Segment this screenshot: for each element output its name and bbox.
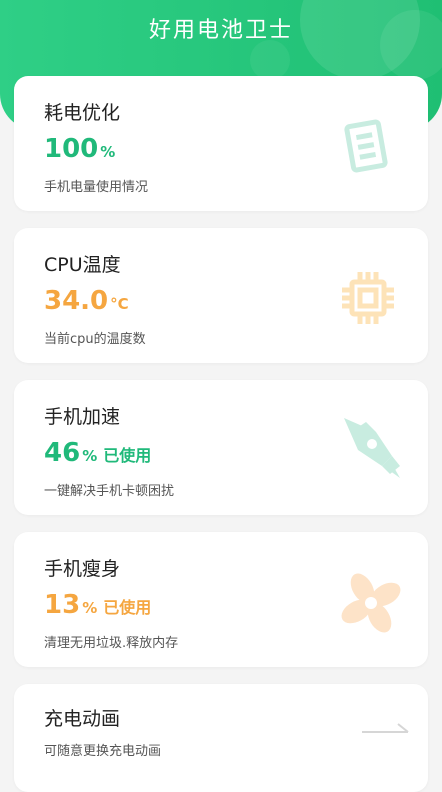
rocket-icon	[344, 418, 400, 478]
card-title: 耗电优化	[44, 102, 121, 124]
card-value: 46% 已使用	[44, 438, 152, 468]
card-charge-animation[interactable]: 充电动画 可随意更换充电动画	[14, 684, 428, 792]
card-description: 一键解决手机卡顿困扰	[44, 484, 175, 499]
card-description: 清理无用垃圾.释放内存	[44, 636, 179, 651]
card-description: 手机电量使用情况	[44, 180, 149, 195]
card-description: 可随意更换充电动画	[44, 744, 162, 759]
card-value: 100%	[44, 134, 116, 164]
cpu-chip-icon	[342, 272, 394, 324]
card-title: 充电动画	[44, 708, 121, 730]
header-decoration	[250, 40, 290, 80]
card-cpu-temperature[interactable]: CPU温度 34.0 °C 当前cpu的温度数	[14, 228, 428, 363]
card-title: 手机瘦身	[44, 558, 121, 580]
card-power-optimize[interactable]: 耗电优化 100% 手机电量使用情况	[14, 76, 428, 211]
card-title: CPU温度	[44, 254, 121, 276]
card-title: 手机加速	[44, 406, 121, 428]
card-description: 当前cpu的温度数	[44, 332, 146, 347]
fan-icon	[341, 573, 401, 633]
app-title: 好用电池卫士	[148, 18, 293, 43]
card-phone-speedup[interactable]: 手机加速 46% 已使用 一键解决手机卡顿困扰	[14, 380, 428, 515]
battery-list-icon	[344, 119, 388, 173]
card-value: 34.0 °C	[44, 286, 129, 316]
card-phone-slim[interactable]: 手机瘦身 13% 已使用 清理无用垃圾.释放内存	[14, 532, 428, 667]
card-value: 13% 已使用	[44, 590, 152, 620]
arrow-right-icon	[362, 723, 409, 733]
